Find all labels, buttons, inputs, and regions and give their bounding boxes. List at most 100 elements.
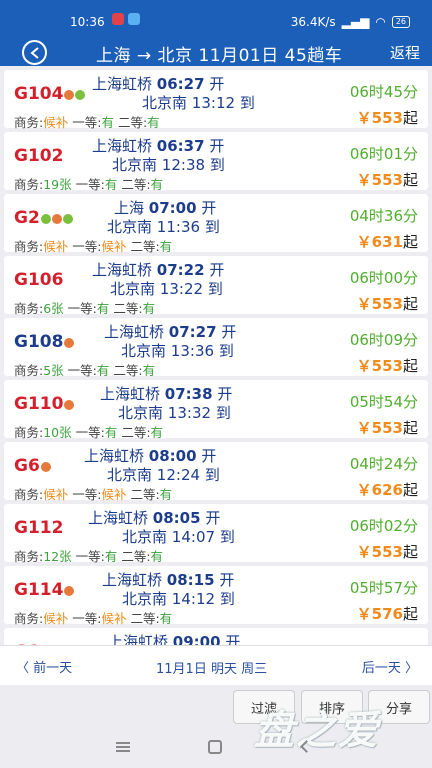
chevron-right-icon: 〉 xyxy=(404,661,418,676)
wifi-icon: ◠ xyxy=(375,15,386,29)
train-number: G102 xyxy=(14,146,64,166)
price: ￥626起 xyxy=(356,481,418,499)
train-number: G108 xyxy=(14,332,75,352)
departure: 上海虹桥 08:00 开 xyxy=(84,447,217,465)
notification-icons xyxy=(112,13,140,25)
status-bar: 10:36 36.4K/s ▂▄▆ ◠ 26 xyxy=(0,0,432,40)
duration: 06时00分 xyxy=(349,269,418,287)
arrival: 北京南 14:12 到 xyxy=(122,590,235,608)
menu-icon[interactable] xyxy=(116,742,130,752)
arrival: 北京南 13:36 到 xyxy=(121,342,234,360)
seat-availability: 商务:10张 一等:有 二等:有 xyxy=(14,425,164,440)
train-card[interactable]: G106 上海虹桥 07:22 开北京南 13:22 到商务:6张 一等:有 二等… xyxy=(4,256,428,316)
train-type-badge xyxy=(62,214,73,224)
top-header: 上海 → 北京 11月01日 45趟车 返程 xyxy=(0,40,432,66)
date-bar: 〈 前一天 11月1日 明天 周三 后一天 〉 xyxy=(0,645,432,685)
battery-icon: 26 xyxy=(391,16,410,28)
status-time: 10:36 xyxy=(70,15,105,29)
price: ￥576起 xyxy=(356,605,418,623)
train-card[interactable]: G104 上海虹桥 06:27 开北京南 13:12 到商务:候补 一等:有 二等… xyxy=(4,70,428,130)
seat-availability: 商务:12张 一等:有 二等:有 xyxy=(14,549,164,564)
price: ￥553起 xyxy=(356,543,418,561)
price: ￥553起 xyxy=(356,357,418,375)
departure: 上海虹桥 06:37 开 xyxy=(92,137,225,155)
arrival: 北京南 12:38 到 xyxy=(112,156,225,174)
seat-availability: 商务:候补 一等:候补 二等:有 xyxy=(14,239,173,254)
train-card[interactable]: G110 上海虹桥 07:38 开北京南 13:32 到商务:10张 一等:有 二… xyxy=(4,380,428,440)
signal-icon: ▂▄▆ xyxy=(341,15,370,29)
duration: 05时54分 xyxy=(349,393,418,411)
network-speed: 36.4K/s xyxy=(290,15,336,29)
duration: 06时45分 xyxy=(349,83,418,101)
next-day-button[interactable]: 后一天 〉 xyxy=(362,657,418,676)
train-card[interactable]: G108 上海虹桥 07:27 开北京南 13:36 到商务:5张 一等:有 二等… xyxy=(4,318,428,378)
train-number: G6 xyxy=(14,456,51,476)
seat-availability: 商务:候补 一等:候补 二等:有 xyxy=(14,487,173,502)
departure: 上海虹桥 07:27 开 xyxy=(104,323,237,341)
train-list[interactable]: G104 上海虹桥 06:27 开北京南 13:12 到商务:候补 一等:有 二等… xyxy=(0,70,432,645)
train-type-badge xyxy=(64,90,75,100)
price: ￥553起 xyxy=(356,109,418,127)
arrival: 北京南 12:24 到 xyxy=(107,466,220,484)
duration: 04时24分 xyxy=(349,455,418,473)
train-card[interactable]: G8上海虹桥 09:00 开 商务: 一等: 二等: xyxy=(4,628,428,645)
chevron-left-icon: 〈 xyxy=(16,661,30,676)
duration: 04时36分 xyxy=(349,207,418,225)
departure: 上海 07:00 开 xyxy=(114,199,217,217)
seat-availability: 商务:候补 一等:有 二等:有 xyxy=(14,115,160,130)
train-number: G112 xyxy=(14,518,64,538)
train-number: G106 xyxy=(14,270,64,290)
train-number: G104 xyxy=(14,84,86,104)
arrival: 北京南 14:07 到 xyxy=(122,528,235,546)
status-right: 36.4K/s ▂▄▆ ◠ 26 xyxy=(291,15,410,29)
price: ￥631起 xyxy=(356,233,418,251)
arrival: 北京南 13:12 到 xyxy=(142,94,255,112)
train-type-badge xyxy=(40,462,51,472)
arrival: 北京南 11:36 到 xyxy=(107,218,220,236)
train-type-badge xyxy=(40,214,51,224)
train-type-badge xyxy=(64,338,75,348)
train-number: G114 xyxy=(14,580,75,600)
alarm-icon xyxy=(112,13,124,25)
departure: 上海虹桥 08:05 开 xyxy=(88,509,221,527)
bottom-area: 过滤 排序 分享 盘之爱 xyxy=(0,686,432,768)
page-title: 上海 → 北京 11月01日 45趟车 xyxy=(96,46,343,66)
prev-day-button[interactable]: 〈 前一天 xyxy=(16,657,72,676)
seat-availability: 商务:5张 一等:有 二等:有 xyxy=(14,363,156,378)
arrival: 北京南 13:32 到 xyxy=(118,404,231,422)
train-card[interactable]: G6 上海虹桥 08:00 开北京南 12:24 到商务:候补 一等:候补 二等:… xyxy=(4,442,428,502)
train-type-badge xyxy=(64,400,75,410)
departure: 上海虹桥 06:27 开 xyxy=(92,75,225,93)
price: ￥553起 xyxy=(356,295,418,313)
price: ￥553起 xyxy=(356,171,418,189)
departure: 上海虹桥 07:38 开 xyxy=(100,385,233,403)
price: ￥553起 xyxy=(356,419,418,437)
seat-availability: 商务:6张 一等:有 二等:有 xyxy=(14,301,156,316)
home-icon[interactable] xyxy=(208,740,222,754)
train-type-badge xyxy=(51,214,62,224)
departure: 上海虹桥 07:22 开 xyxy=(92,261,225,279)
departure: 上海虹桥 08:15 开 xyxy=(102,571,235,589)
duration: 06时02分 xyxy=(349,517,418,535)
train-card[interactable]: G114 上海虹桥 08:15 开北京南 14:12 到商务:候补 一等:候补 二… xyxy=(4,566,428,626)
train-number: G2 xyxy=(14,208,73,228)
current-date[interactable]: 11月1日 明天 周三 xyxy=(156,658,267,677)
return-button[interactable]: 返程 xyxy=(390,42,420,63)
train-number: G110 xyxy=(14,394,75,414)
duration: 06时09分 xyxy=(349,331,418,349)
back-button[interactable] xyxy=(22,40,47,65)
train-card[interactable]: G112 上海虹桥 08:05 开北京南 14:07 到商务:12张 一等:有 二… xyxy=(4,504,428,564)
train-type-badge xyxy=(64,586,75,596)
train-card[interactable]: G102 上海虹桥 06:37 开北京南 12:38 到商务:19张 一等:有 二… xyxy=(4,132,428,192)
train-card[interactable]: G2 上海 07:00 开北京南 11:36 到商务:候补 一等:候补 二等:有 0… xyxy=(4,194,428,254)
seat-availability: 商务:候补 一等:候补 二等:有 xyxy=(14,611,173,626)
departure: 上海虹桥 09:00 开 xyxy=(108,633,241,645)
duration: 05时57分 xyxy=(349,579,418,597)
arrival: 北京南 13:22 到 xyxy=(110,280,223,298)
back-icon xyxy=(29,46,39,59)
train-type-badge xyxy=(75,90,86,100)
seat-availability: 商务:19张 一等:有 二等:有 xyxy=(14,177,164,192)
duration: 06时01分 xyxy=(349,145,418,163)
app-notify-icon xyxy=(128,13,140,25)
watermark-logo: 盘之爱 xyxy=(254,708,380,754)
